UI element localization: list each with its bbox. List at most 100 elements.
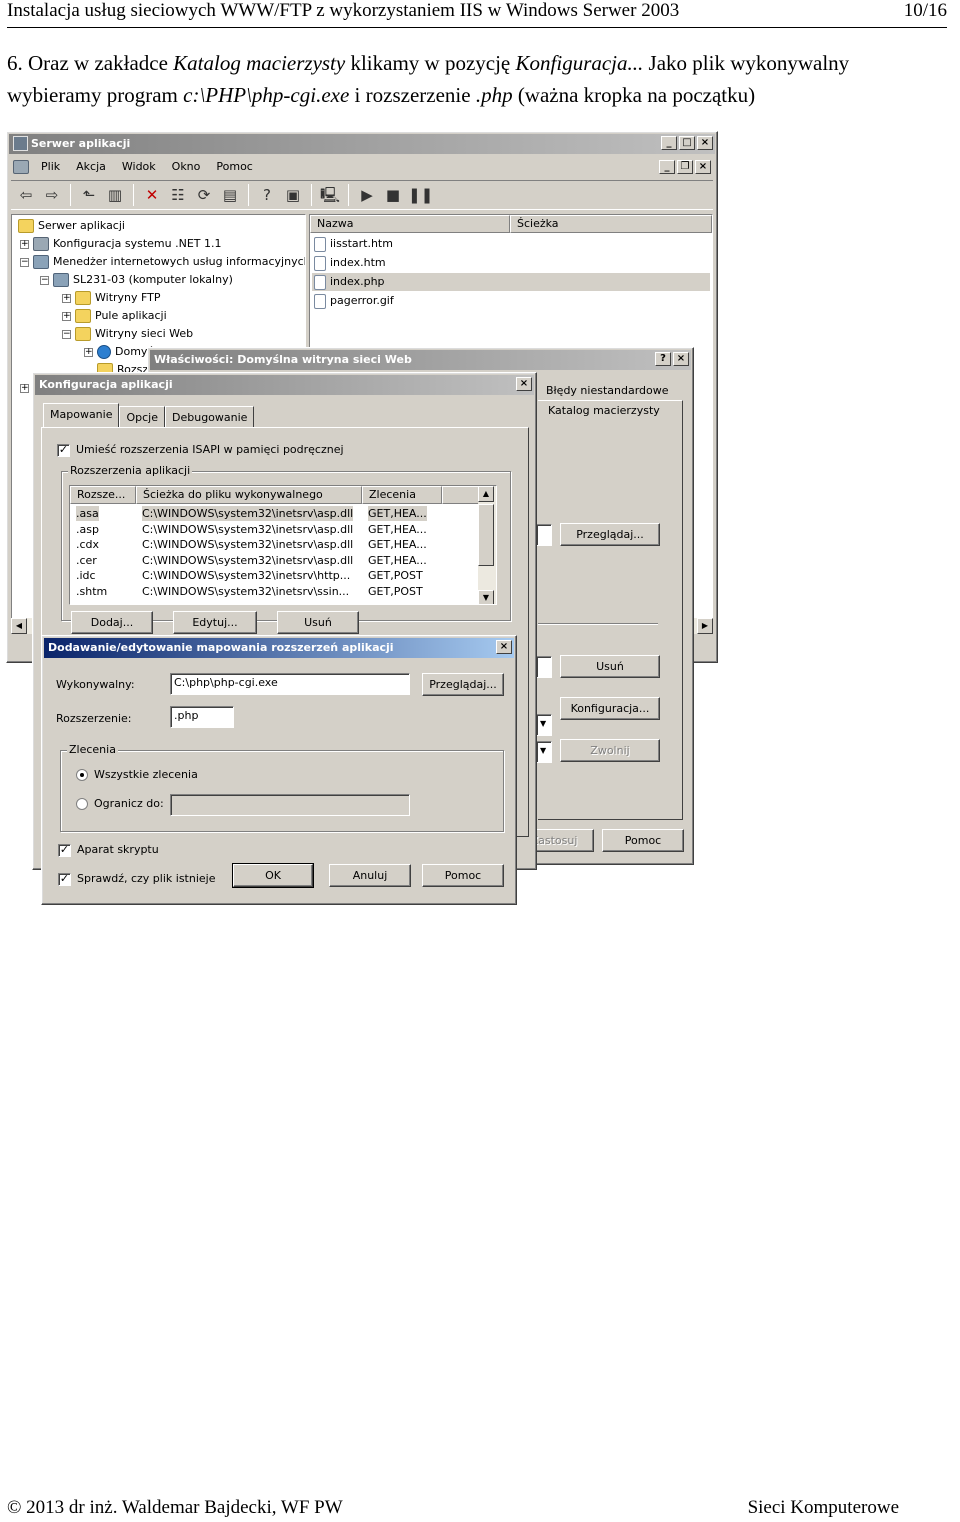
scroll-thumb[interactable]: [478, 504, 494, 566]
radio-selected[interactable]: [76, 769, 88, 781]
app-pool-dropdown[interactable]: ▼: [536, 741, 552, 763]
expand-icon[interactable]: +: [62, 293, 71, 303]
column-path[interactable]: Ścieżka: [510, 215, 712, 233]
limit-to-option[interactable]: Ogranicz do:: [76, 797, 164, 810]
extension-row[interactable]: .shtm C:\WINDOWS\system32\inetsrv\ssin...…: [70, 584, 480, 599]
expand-icon[interactable]: +: [20, 383, 29, 393]
execute-permissions-dropdown[interactable]: ▼: [536, 714, 552, 736]
extension-row[interactable]: .asp C:\WINDOWS\system32\inetsrv\asp.dll G…: [70, 522, 480, 537]
export-list-icon[interactable]: ▤: [219, 184, 241, 206]
up-folder-icon[interactable]: ⬑: [78, 184, 100, 206]
close-icon[interactable]: ×: [673, 352, 689, 366]
minimize-icon[interactable]: _: [661, 136, 677, 150]
column-verbs[interactable]: Zlecenia: [362, 486, 442, 504]
tree-item-dotnet[interactable]: + Konfiguracja systemu .NET 1.1: [20, 235, 221, 253]
browse-button[interactable]: Przeglądaj...: [560, 523, 660, 546]
browse-exe-button[interactable]: Przeglądaj...: [422, 673, 504, 696]
close-icon[interactable]: ×: [516, 377, 532, 391]
file-row[interactable]: pagerror.gif: [312, 292, 710, 310]
collapse-icon[interactable]: −: [40, 275, 49, 285]
child-minimize-icon[interactable]: _: [659, 160, 675, 174]
column-exe-path[interactable]: Ścieżka do pliku wykonywalnego: [136, 486, 362, 504]
tree-item-computer[interactable]: − SL231-03 (komputer lokalny): [40, 271, 233, 289]
help-dialog-button[interactable]: Pomoc: [422, 864, 504, 887]
executable-input[interactable]: C:\php\php-cgi.exe: [170, 673, 410, 695]
file-row[interactable]: iisstart.htm: [312, 235, 710, 253]
file-row-selected[interactable]: index.php: [312, 273, 710, 291]
para-italic: c:\PHP\php-cgi.exe: [183, 83, 350, 107]
expand-icon[interactable]: +: [84, 347, 93, 357]
scroll-down-icon[interactable]: ▼: [478, 590, 494, 604]
extension-row[interactable]: .cdx C:\WINDOWS\system32\inetsrv\asp.dll G…: [70, 537, 480, 552]
extension-row[interactable]: .idc C:\WINDOWS\system32\inetsrv\http... G…: [70, 568, 480, 583]
ok-button[interactable]: OK: [232, 863, 314, 888]
expand-icon[interactable]: +: [62, 311, 71, 321]
tree-item-web-sites[interactable]: − Witryny sieci Web: [62, 325, 193, 343]
collapse-icon[interactable]: −: [20, 257, 29, 267]
checkbox-checked[interactable]: ✓: [58, 843, 71, 857]
scroll-up-icon[interactable]: ▲: [478, 486, 494, 502]
tree-item-root[interactable]: Serwer aplikacji: [18, 217, 125, 235]
all-verbs-option[interactable]: Wszystkie zlecenia: [76, 768, 198, 781]
refresh-icon[interactable]: ⟳: [193, 184, 215, 206]
cache-isapi-option[interactable]: ✓ Umieść rozszerzenia ISAPI w pamięci pod…: [57, 443, 344, 457]
remove-button[interactable]: Usuń: [560, 655, 660, 678]
play-icon[interactable]: ▶: [356, 184, 378, 206]
tab-options[interactable]: Opcje: [119, 406, 165, 427]
show-tree-icon[interactable]: ▥: [104, 184, 126, 206]
add-button[interactable]: Dodaj...: [71, 611, 153, 634]
help-button[interactable]: Pomoc: [602, 829, 684, 852]
help-icon[interactable]: ?: [256, 184, 278, 206]
scroll-left-icon[interactable]: ◀: [11, 618, 27, 634]
file-row[interactable]: index.htm: [312, 254, 710, 272]
script-engine-option[interactable]: ✓ Aparat skryptu: [58, 843, 159, 857]
edit-button[interactable]: Edytuj...: [173, 611, 257, 634]
close-icon[interactable]: ×: [697, 136, 713, 150]
pause-icon[interactable]: ❚❚: [408, 184, 433, 206]
expand-icon[interactable]: +: [20, 239, 29, 249]
tree-item-app-pools[interactable]: + Pule aplikacji: [62, 307, 167, 325]
menu-plik[interactable]: Plik: [33, 157, 68, 177]
remove-mapping-button[interactable]: Usuń: [277, 611, 359, 634]
close-icon[interactable]: ×: [496, 640, 512, 654]
menu-widok[interactable]: Widok: [114, 157, 164, 177]
radio-unselected[interactable]: [76, 798, 88, 810]
back-icon[interactable]: ⇦: [15, 184, 37, 206]
forward-icon[interactable]: ⇨: [41, 184, 63, 206]
scroll-right-icon[interactable]: ▶: [697, 618, 713, 634]
menu-pomoc[interactable]: Pomoc: [208, 157, 260, 177]
html-file-icon: [314, 236, 326, 252]
properties-icon[interactable]: ☷: [167, 184, 189, 206]
extension-row[interactable]: .cer C:\WINDOWS\system32\inetsrv\asp.dll G…: [70, 553, 480, 568]
check-file-exists-option[interactable]: ✓ Sprawdź, czy plik istnieje: [58, 872, 215, 886]
local-path-field-end[interactable]: [536, 524, 552, 546]
extension-row-selected[interactable]: .asa C:\WINDOWS\system32\inetsrv\asp.dll G…: [70, 506, 480, 521]
checkbox-checked[interactable]: ✓: [57, 443, 70, 457]
help-icon[interactable]: ?: [655, 352, 671, 366]
extension-input[interactable]: .php: [170, 706, 234, 728]
vertical-scrollbar[interactable]: ▲ ▼: [478, 486, 496, 604]
collapse-icon[interactable]: −: [62, 329, 71, 339]
column-extension[interactable]: Rozsze...: [70, 486, 136, 504]
tab-mappings[interactable]: Mapowanie: [43, 403, 120, 427]
menu-okno[interactable]: Okno: [164, 157, 209, 177]
tree-item-ftp[interactable]: + Witryny FTP: [62, 289, 161, 307]
configure-button[interactable]: Konfiguracja...: [560, 697, 660, 720]
menu-akcja[interactable]: Akcja: [68, 157, 114, 177]
tab-debugging[interactable]: Debugowanie: [165, 406, 255, 427]
cancel-button[interactable]: Anuluj: [329, 864, 411, 887]
computer-icon[interactable]: 🖳: [319, 184, 341, 206]
tab-custom-errors[interactable]: Błędy niestandardowe: [546, 384, 669, 397]
checkbox-checked[interactable]: ✓: [58, 872, 71, 886]
delete-icon[interactable]: ✕: [141, 184, 163, 206]
stop-icon[interactable]: ■: [382, 184, 404, 206]
unload-button[interactable]: Zwolnij: [560, 739, 660, 762]
maximize-icon[interactable]: □: [679, 136, 695, 150]
tree-item-iis[interactable]: − Menedżer internetowych usług informacyj…: [20, 253, 305, 271]
column-name[interactable]: Nazwa: [310, 215, 510, 233]
child-close-icon[interactable]: ×: [695, 160, 711, 174]
child-restore-icon[interactable]: ❐: [677, 160, 693, 174]
app-name-field-end[interactable]: [536, 656, 552, 678]
limit-verbs-input[interactable]: [170, 794, 410, 816]
console-icon[interactable]: ▣: [282, 184, 304, 206]
